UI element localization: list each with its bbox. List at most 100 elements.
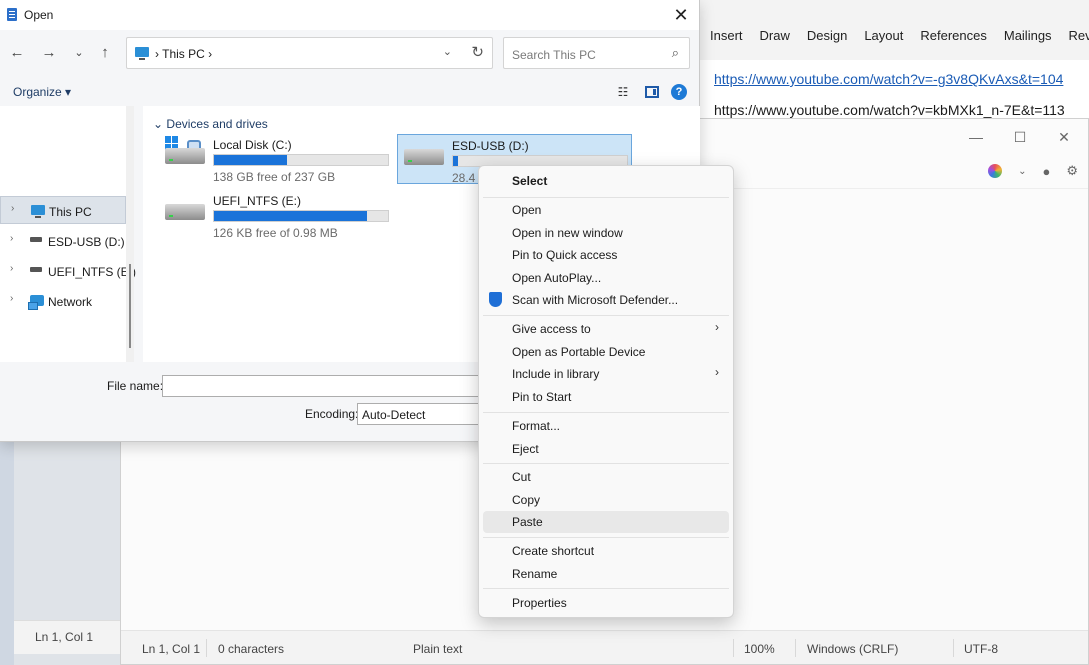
breadcrumb[interactable]: › This PC ›: [155, 47, 212, 61]
file-name-input[interactable]: [162, 375, 482, 397]
menu-item-pin-start[interactable]: Pin to Start: [483, 386, 729, 408]
menu-item-label: Properties: [512, 596, 567, 610]
status-divider: [795, 639, 796, 657]
view-options-icon[interactable]: ☷ ▾: [613, 82, 633, 119]
menu-item-label: Include in library: [512, 367, 600, 381]
preview-pane-icon[interactable]: [645, 86, 659, 98]
breadcrumb-this-pc[interactable]: This PC: [162, 47, 205, 61]
nav-item-esd-usb[interactable]: › ESD-USB (D:): [0, 227, 126, 255]
group-header[interactable]: ⌄ Devices and drives: [153, 117, 268, 131]
drive-usage-bar: [213, 154, 389, 166]
account-icon[interactable]: ●: [1042, 164, 1050, 179]
address-bar[interactable]: › This PC › ⌄ ↻: [126, 37, 493, 69]
hard-drive-icon: [404, 149, 444, 165]
encoding-value: Auto-Detect: [362, 408, 426, 422]
status-zoom[interactable]: 100%: [744, 642, 775, 656]
nav-item-uefi-ntfs[interactable]: › UEFI_NTFS (E:): [0, 257, 136, 285]
menu-item-create-shortcut[interactable]: Create shortcut: [483, 540, 729, 562]
encoding-label: Encoding:: [305, 407, 359, 421]
chevron-right-icon[interactable]: ›: [10, 233, 13, 244]
pc-icon: [31, 205, 45, 218]
copilot-icon[interactable]: [988, 164, 1003, 178]
drive-usage-fill: [214, 155, 288, 165]
menu-item-paste[interactable]: Paste: [483, 511, 729, 533]
dialog-titlebar: Open ✕: [0, 0, 699, 30]
menu-item-rename[interactable]: Rename: [483, 563, 729, 585]
nav-scrollbar[interactable]: [126, 106, 134, 362]
drive-icon: [30, 237, 42, 242]
ribbon-tab-insert[interactable]: Insert: [710, 28, 743, 43]
nav-item-label: ESD-USB (D:): [48, 235, 125, 249]
chevron-down-icon[interactable]: ⌄: [1018, 166, 1026, 177]
drive-icon: [30, 267, 42, 272]
search-icon: ⌕: [671, 45, 679, 60]
toolbar-icons: ☷ ▾ ?: [613, 82, 687, 119]
ribbon-tab-references[interactable]: References: [920, 28, 986, 43]
up-arrow-icon[interactable]: ↑: [94, 42, 116, 64]
help-icon[interactable]: ?: [671, 84, 687, 100]
status-divider: [733, 639, 734, 657]
notepad-app-icon: [7, 8, 17, 21]
recent-locations-chevron-icon[interactable]: ⌄: [68, 42, 90, 64]
menu-separator: [483, 315, 729, 316]
menu-item-pin-quick-access[interactable]: Pin to Quick access: [483, 244, 729, 266]
encoding-select[interactable]: Auto-Detect: [357, 403, 482, 425]
status-format: Plain text: [413, 642, 463, 656]
menu-item-cut[interactable]: Cut: [483, 466, 729, 488]
doc-link-1[interactable]: https://www.youtube.com/watch?v=-g3v8QKv…: [714, 71, 1063, 87]
organize-button[interactable]: Organize ▾: [13, 85, 71, 99]
close-button[interactable]: ✕: [1050, 125, 1078, 149]
menu-item-properties[interactable]: Properties: [483, 592, 729, 614]
scrollbar-thumb[interactable]: [129, 264, 131, 348]
minimize-button[interactable]: —: [962, 125, 990, 149]
menu-item-scan-defender[interactable]: Scan with Microsoft Defender...: [483, 289, 729, 311]
refresh-icon[interactable]: ↻: [471, 43, 484, 61]
status-position: Ln 1, Col 1: [35, 630, 94, 644]
menu-item-label: Open AutoPlay...: [512, 271, 602, 285]
ribbon-tab-review[interactable]: Rev: [1069, 28, 1089, 43]
ribbon-tab-mailings[interactable]: Mailings: [1004, 28, 1052, 43]
menu-item-give-access[interactable]: Give access to ›: [483, 318, 729, 340]
group-header-label: Devices and drives: [166, 117, 268, 131]
chevron-right-icon[interactable]: ›: [10, 263, 13, 274]
menu-separator: [483, 412, 729, 413]
forward-arrow-icon[interactable]: →: [38, 42, 60, 64]
menu-item-open-new-window[interactable]: Open in new window: [483, 222, 729, 244]
chevron-right-icon[interactable]: ›: [11, 203, 14, 214]
menu-item-select[interactable]: Select: [483, 170, 729, 192]
back-arrow-icon[interactable]: ←: [6, 42, 28, 64]
drive-tile-c[interactable]: Local Disk (C:) 138 GB free of 237 GB: [143, 134, 389, 184]
dialog-navbar: ← → ⌄ ↑ › This PC › ⌄ ↻ Search This PC ⌕: [0, 34, 699, 72]
doc-link-2[interactable]: https://www.youtube.com/watch?v=kbMXk1_n…: [714, 102, 1065, 118]
menu-item-open[interactable]: Open: [483, 199, 729, 221]
ribbon-tab-design[interactable]: Design: [807, 28, 847, 43]
background-notepad-status: Ln 1, Col 1: [14, 620, 120, 654]
menu-item-label: Create shortcut: [512, 544, 595, 558]
menu-item-copy[interactable]: Copy: [483, 489, 729, 511]
breadcrumb-separator: ›: [155, 47, 159, 61]
word-ribbon-tabs: Insert Draw Design Layout References Mai…: [710, 28, 1089, 43]
drive-name: Local Disk (C:): [213, 138, 292, 152]
address-dropdown-icon[interactable]: ⌄: [443, 45, 452, 58]
submenu-arrow-icon: ›: [715, 320, 719, 334]
ribbon-tab-draw[interactable]: Draw: [760, 28, 790, 43]
menu-item-portable-device[interactable]: Open as Portable Device: [483, 341, 729, 363]
search-input[interactable]: Search This PC: [512, 48, 596, 62]
ribbon-tab-layout[interactable]: Layout: [864, 28, 903, 43]
navigation-pane: › This PC › ESD-USB (D:) › UEFI_NTFS (E:…: [0, 106, 136, 362]
menu-item-open-autoplay[interactable]: Open AutoPlay...: [483, 267, 729, 289]
breadcrumb-separator: ›: [208, 47, 213, 61]
nav-item-network[interactable]: › Network: [0, 287, 126, 315]
maximize-button[interactable]: ☐: [1006, 125, 1034, 149]
menu-item-format[interactable]: Format...: [483, 415, 729, 437]
drive-name: ESD-USB (D:): [452, 139, 529, 153]
menu-item-eject[interactable]: Eject: [483, 438, 729, 460]
close-icon[interactable]: ✕: [669, 3, 693, 27]
menu-item-label: Pin to Start: [512, 390, 572, 404]
settings-gear-icon[interactable]: ⚙: [1066, 163, 1078, 179]
chevron-right-icon[interactable]: ›: [10, 293, 13, 304]
drive-tile-e[interactable]: UEFI_NTFS (E:) 126 KB free of 0.98 MB: [143, 190, 389, 240]
search-box[interactable]: Search This PC ⌕: [503, 37, 690, 69]
menu-item-include-library[interactable]: Include in library ›: [483, 363, 729, 385]
nav-item-this-pc[interactable]: › This PC: [0, 196, 126, 224]
